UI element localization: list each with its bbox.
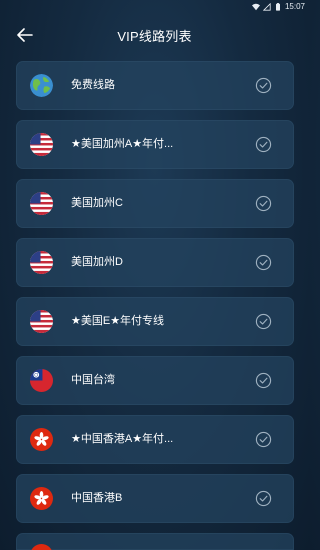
battery-icon xyxy=(275,2,280,11)
route-label: ★美国E★年付专线 xyxy=(71,315,165,327)
page-title: VIP线路列表 xyxy=(117,28,192,44)
check-circle-icon[interactable] xyxy=(255,490,272,507)
check-circle-icon[interactable] xyxy=(255,136,272,153)
route-item-taiwan[interactable]: 中国台湾 xyxy=(16,356,294,405)
check-circle-icon[interactable] xyxy=(255,195,272,212)
route-label: 免费线路 xyxy=(71,79,115,91)
signal-icon xyxy=(262,2,271,11)
check-circle-icon[interactable] xyxy=(255,77,272,94)
us-flag-icon xyxy=(30,133,53,156)
back-button[interactable] xyxy=(14,24,36,46)
hong-kong-flag-icon xyxy=(30,487,53,510)
check-circle-icon[interactable] xyxy=(255,313,272,330)
route-item-us-california-c[interactable]: 美国加州C xyxy=(16,179,294,228)
route-label: 中国香港B xyxy=(71,492,123,504)
status-time: 15:07 xyxy=(284,2,305,11)
route-item-hong-kong-a[interactable]: ★中国香港A★年付... xyxy=(16,415,294,464)
route-label: ★中国香港A★年付... xyxy=(71,433,174,445)
route-label: 美国加州C xyxy=(71,197,123,209)
us-flag-icon xyxy=(30,310,53,333)
us-flag-icon xyxy=(30,192,53,215)
route-item-us-california-a[interactable]: ★美国加州A★年付... xyxy=(16,120,294,169)
status-bar: 15:07 xyxy=(0,0,309,13)
check-circle-icon[interactable] xyxy=(255,431,272,448)
back-arrow-icon xyxy=(17,28,33,42)
header-bar: VIP线路列表 xyxy=(0,22,309,48)
route-label: ★美国加州A★年付... xyxy=(71,138,174,150)
route-item-hong-kong-b[interactable]: 中国香港B xyxy=(16,474,294,523)
check-circle-icon[interactable] xyxy=(255,254,272,271)
hong-kong-flag-icon xyxy=(30,544,53,550)
taiwan-flag-icon xyxy=(30,369,53,392)
route-item-us-e[interactable]: ★美国E★年付专线 xyxy=(16,297,294,346)
route-item-free[interactable]: 免费线路 xyxy=(16,61,294,110)
route-label: 中国台湾 xyxy=(71,374,115,386)
route-item-us-california-d[interactable]: 美国加州D xyxy=(16,238,294,287)
route-item-partial[interactable] xyxy=(16,533,294,550)
route-label: 美国加州D xyxy=(71,256,123,268)
hong-kong-flag-icon xyxy=(30,428,53,451)
globe-icon xyxy=(30,74,53,97)
check-circle-icon[interactable] xyxy=(255,372,272,389)
wifi-icon xyxy=(251,3,260,10)
us-flag-icon xyxy=(30,251,53,274)
